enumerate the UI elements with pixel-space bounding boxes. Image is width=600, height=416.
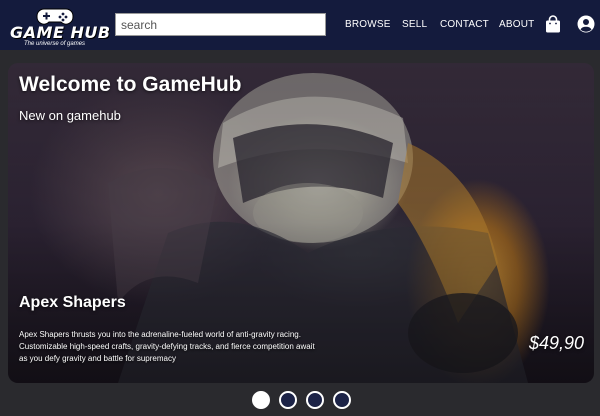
featured-game-description: Apex Shapers thrusts you into the adrena… <box>19 330 315 363</box>
hero-banner[interactable]: Welcome to GameHub New on gamehub Apex S… <box>8 63 594 383</box>
nav-browse-link[interactable]: BROWSE <box>345 19 391 30</box>
search-input[interactable] <box>115 13 326 36</box>
nav-about-link[interactable]: ABOUT <box>499 19 534 30</box>
top-navbar: GAME HUB The universe of games BROWSE SE… <box>0 0 600 50</box>
carousel-dot-4[interactable] <box>333 391 351 409</box>
logo-tagline: The universe of games <box>24 41 86 47</box>
carousel-dot-2[interactable] <box>279 391 297 409</box>
gamehub-logo[interactable]: GAME HUB The universe of games <box>8 6 110 48</box>
featured-game-title[interactable]: Apex Shapers <box>19 294 126 312</box>
user-account-icon[interactable] <box>577 15 595 33</box>
carousel-dot-1[interactable] <box>252 391 270 409</box>
nav-sell-link[interactable]: SELL <box>402 19 427 30</box>
nav-contact-link[interactable]: CONTACT <box>440 19 489 30</box>
carousel-dot-3[interactable] <box>306 391 324 409</box>
featured-game-price: $49,90 <box>528 333 584 353</box>
hero-title: Welcome to GameHub <box>19 73 242 96</box>
carousel-indicators <box>252 391 351 409</box>
shopping-bag-icon[interactable] <box>545 15 561 33</box>
hero-subtitle: New on gamehub <box>19 108 121 123</box>
logo-title: GAME HUB <box>10 23 111 42</box>
